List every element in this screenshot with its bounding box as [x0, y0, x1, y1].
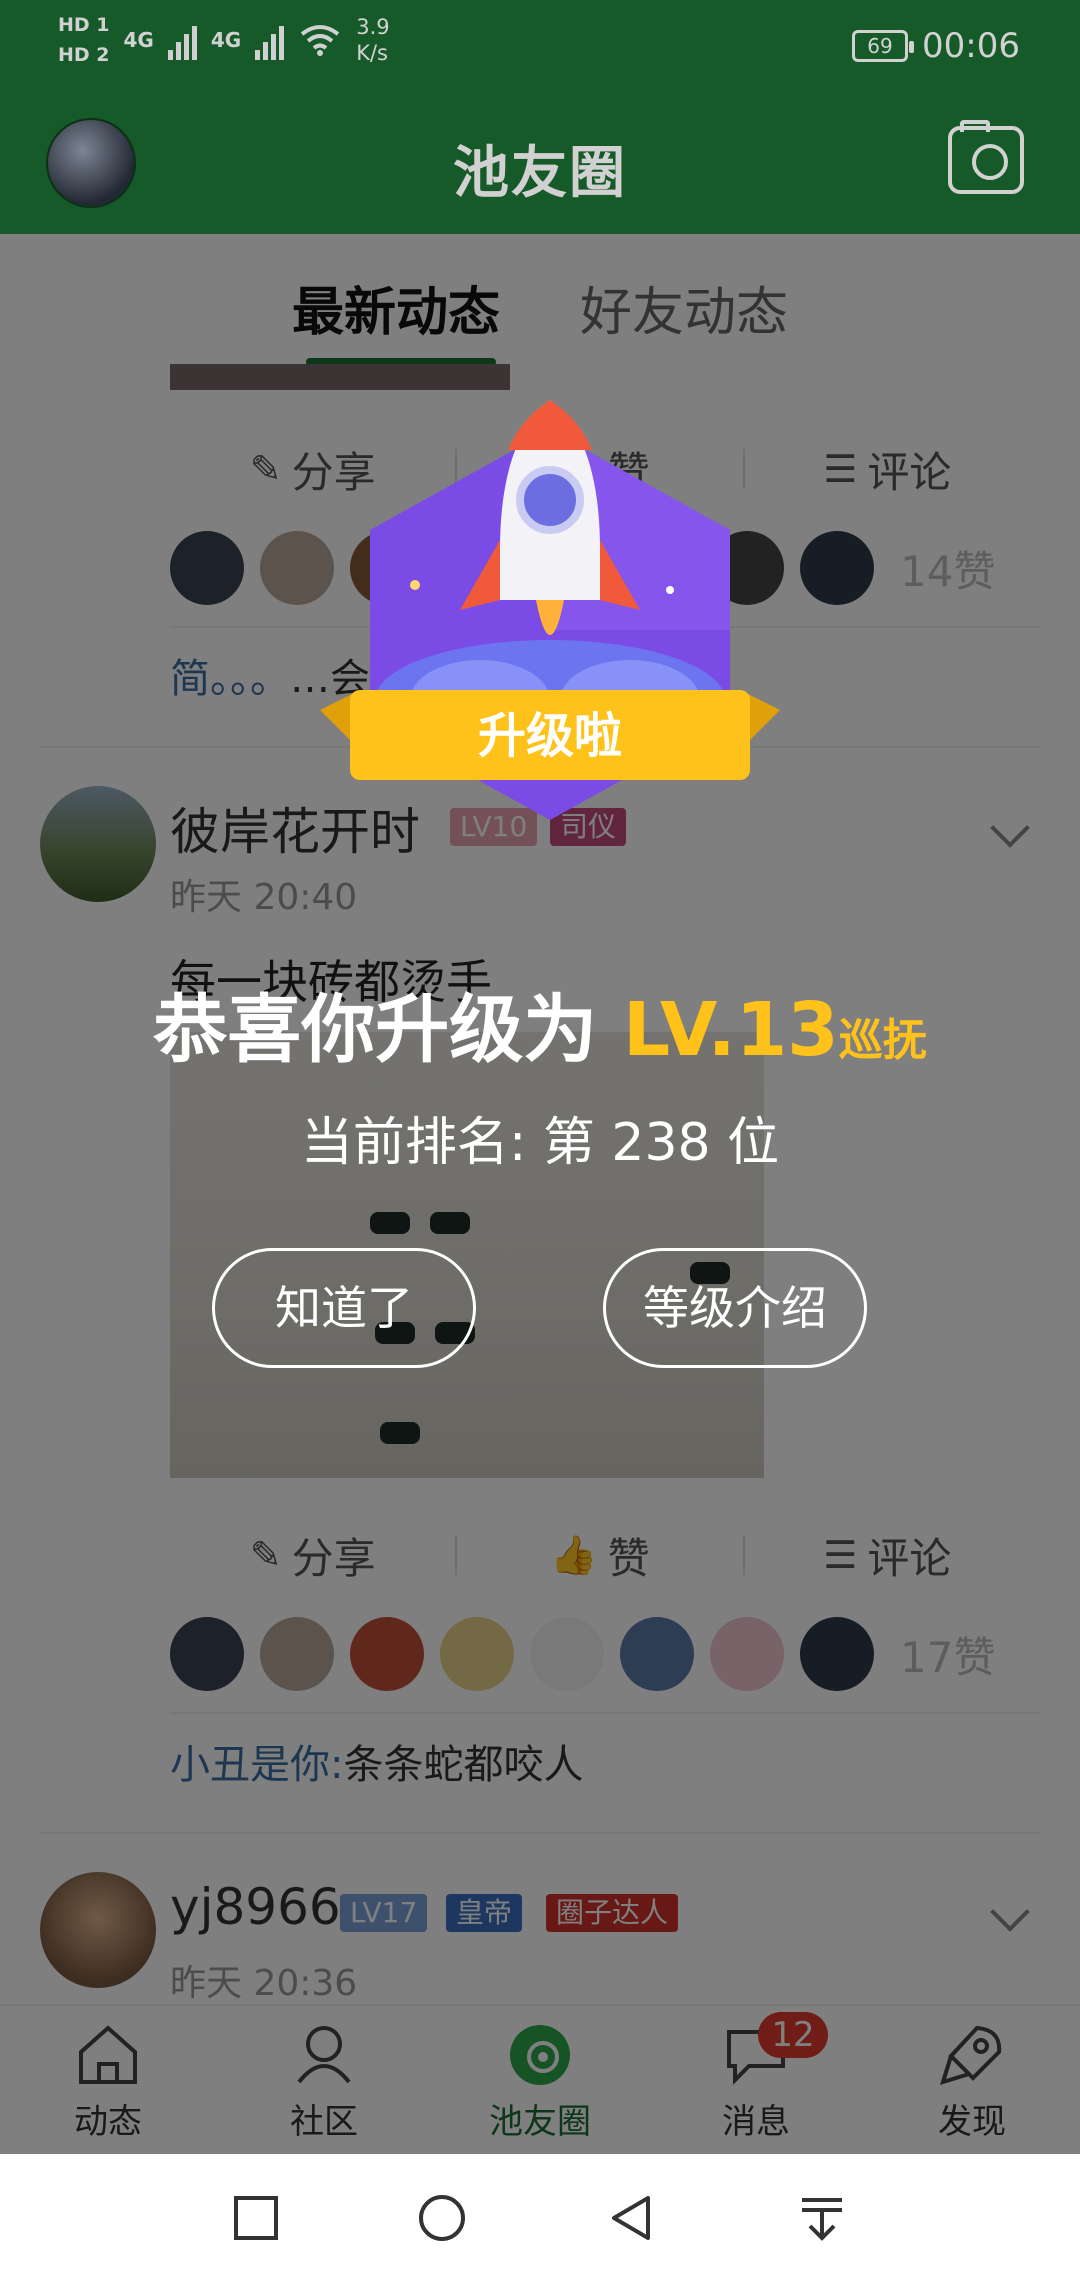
rank-text: 当前排名: 第 238 位 — [300, 1113, 780, 1173]
recents-icon[interactable] — [232, 2194, 280, 2242]
notification-shade-icon[interactable] — [798, 2194, 846, 2242]
system-nav-bar — [0, 2154, 1080, 2280]
badge-text: 升级啦 — [478, 708, 622, 764]
level-intro-button[interactable]: 等级介绍 — [603, 1248, 867, 1368]
sparkle — [410, 580, 420, 590]
sparkle — [666, 586, 674, 594]
congrats-prefix: 恭喜你升级为 — [153, 987, 623, 1073]
status-dim — [0, 0, 1080, 234]
rocket-window — [516, 466, 584, 534]
level-up-badge: 升级啦 — [320, 400, 780, 820]
new-level: LV.13 — [622, 987, 839, 1073]
congrats-text: 恭喜你升级为 LV.13巡抚 — [0, 970, 1080, 1077]
level-title: 巡抚 — [838, 1015, 927, 1066]
ok-button[interactable]: 知道了 — [212, 1248, 476, 1368]
back-icon[interactable] — [608, 2194, 656, 2242]
rocket-nose — [508, 400, 592, 450]
home-circle-icon[interactable] — [418, 2194, 466, 2242]
